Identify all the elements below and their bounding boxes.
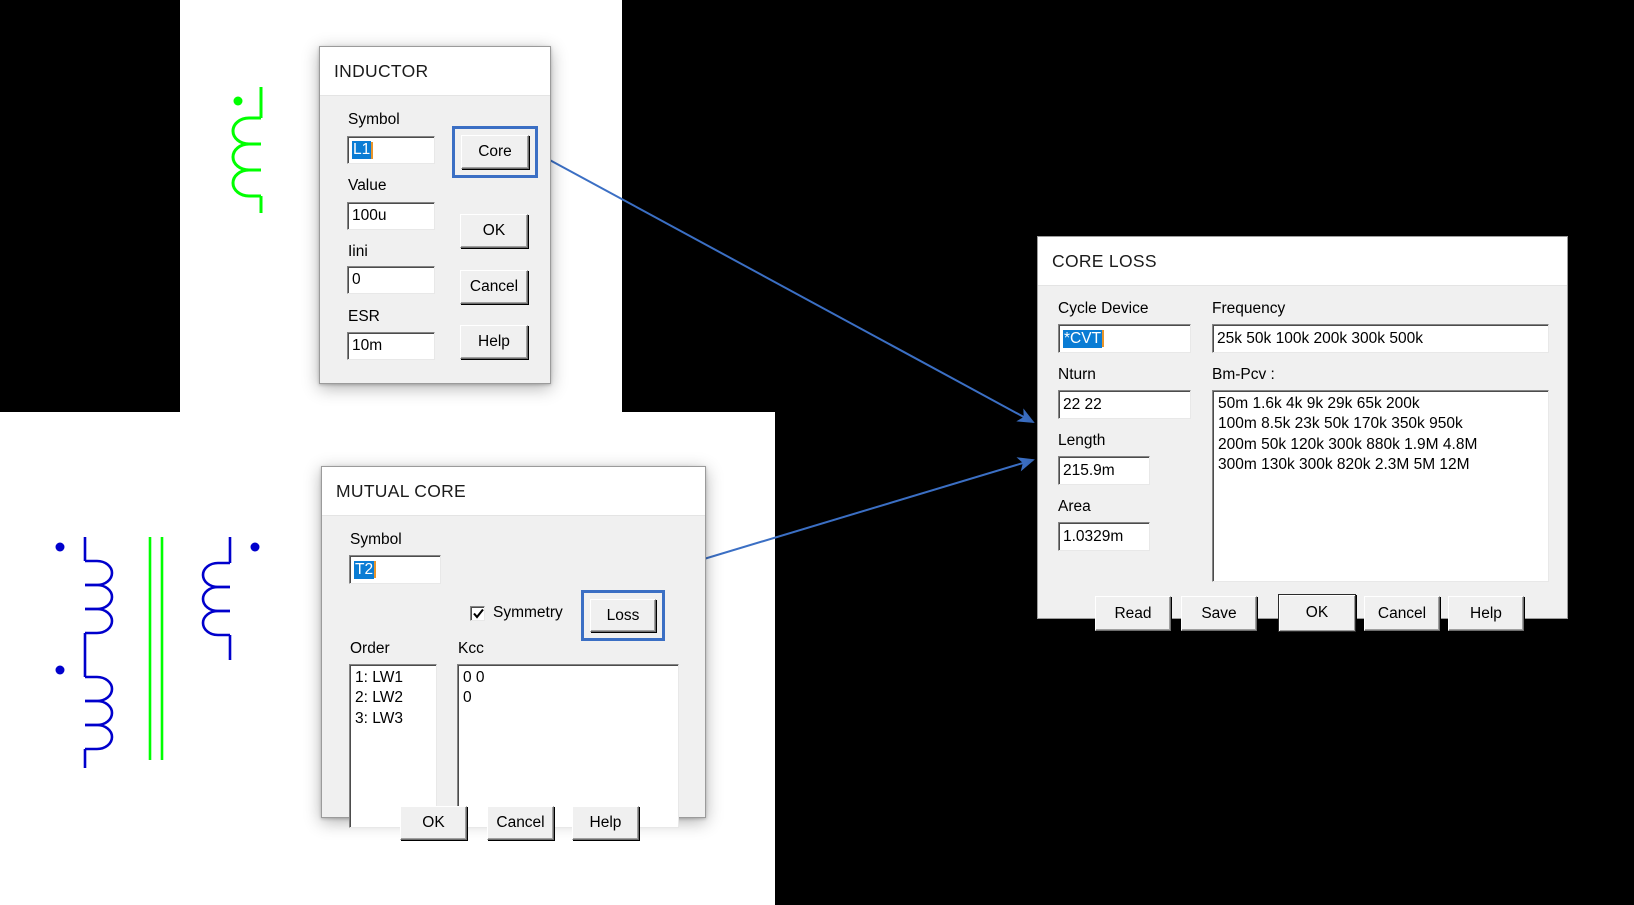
frequency-label: Frequency (1212, 300, 1286, 317)
nturn-input[interactable]: 22 22 (1058, 390, 1191, 419)
length-label: Length (1058, 432, 1106, 449)
core-loss-dialog-title: CORE LOSS (1038, 237, 1567, 286)
cycle-device-label: Cycle Device (1058, 300, 1149, 317)
mutual-symbol-input[interactable]: T2 (349, 555, 441, 584)
inductor-value-input[interactable]: 100u (347, 202, 435, 230)
mutual-core-dialog: MUTUAL CORE Symbol T2 Symmetry Loss Orde… (321, 466, 706, 840)
arrow-core-to-coreloss (545, 157, 1035, 423)
mutual-symbol-value: T2 (354, 560, 375, 579)
mutual-ok-button[interactable]: OK (400, 806, 467, 840)
core-loss-dialog: CORE LOSS Cycle Device *CVT Nturn 22 22 … (1037, 236, 1568, 632)
inductor-dialog: INDUCTOR Symbol L1 Value 100u Iini 0 ESR… (319, 46, 551, 384)
text-caret (371, 141, 374, 159)
inductor-iini-input[interactable]: 0 (347, 266, 435, 294)
kcc-text: 0 0 0 (463, 669, 485, 707)
nturn-label: Nturn (1058, 366, 1096, 383)
core-loss-save-button[interactable]: Save (1181, 596, 1257, 631)
inductor-ok-button[interactable]: OK (460, 214, 528, 248)
core-loss-read-button[interactable]: Read (1095, 596, 1171, 631)
checkmark-icon (473, 608, 484, 619)
inductor-symbol-label: Symbol (348, 111, 400, 128)
inductor-core-button[interactable]: Core (461, 135, 529, 169)
cycle-device-value: *CVT (1063, 329, 1103, 348)
mutual-help-button[interactable]: Help (572, 806, 639, 840)
text-caret (1102, 330, 1105, 347)
inductor-value-label: Value (348, 177, 387, 194)
text-caret (374, 561, 377, 578)
order-items: 1: LW1 2: LW2 3: LW3 (355, 669, 403, 727)
mutual-cancel-button[interactable]: Cancel (487, 806, 554, 840)
bmpcv-textbox[interactable]: 50m 1.6k 4k 9k 29k 65k 200k 100m 8.5k 23… (1212, 390, 1549, 582)
inductor-esr-input[interactable]: 10m (347, 332, 435, 360)
inductor-symbol-input[interactable]: L1 (347, 136, 435, 164)
inductor-iini-label: Iini (348, 243, 368, 260)
core-loss-ok-button[interactable]: OK (1278, 594, 1356, 632)
kcc-label: Kcc (458, 640, 484, 657)
core-loss-help-button[interactable]: Help (1448, 596, 1524, 631)
kcc-textbox[interactable]: 0 0 0 (457, 664, 679, 828)
symmetry-label: Symmetry (493, 604, 563, 621)
mutual-loss-button[interactable]: Loss (590, 599, 656, 632)
order-listbox[interactable]: 1: LW1 2: LW2 3: LW3 (349, 664, 437, 828)
mutual-symbol-label: Symbol (350, 531, 402, 548)
mutual-core-dialog-title: MUTUAL CORE (322, 467, 705, 516)
arrow-loss-to-coreloss (673, 457, 1035, 569)
core-loss-cancel-button[interactable]: Cancel (1364, 596, 1440, 631)
bmpcv-label: Bm-Pcv : (1212, 366, 1275, 383)
inductor-help-button[interactable]: Help (460, 325, 528, 359)
symmetry-checkbox-box[interactable] (470, 605, 485, 621)
area-label: Area (1058, 498, 1091, 515)
length-input[interactable]: 215.9m (1058, 456, 1150, 485)
order-label: Order (350, 640, 390, 657)
bmpcv-text: 50m 1.6k 4k 9k 29k 65k 200k 100m 8.5k 23… (1218, 395, 1478, 474)
inductor-dialog-title: INDUCTOR (320, 47, 550, 96)
inductor-symbol-value: L1 (352, 141, 372, 159)
symmetry-checkbox[interactable]: Symmetry (470, 604, 563, 622)
area-input[interactable]: 1.0329m (1058, 522, 1150, 551)
inductor-esr-label: ESR (348, 308, 380, 325)
inductor-cancel-button[interactable]: Cancel (460, 270, 528, 304)
frequency-input[interactable]: 25k 50k 100k 200k 300k 500k (1212, 324, 1549, 353)
cycle-device-input[interactable]: *CVT (1058, 324, 1191, 353)
